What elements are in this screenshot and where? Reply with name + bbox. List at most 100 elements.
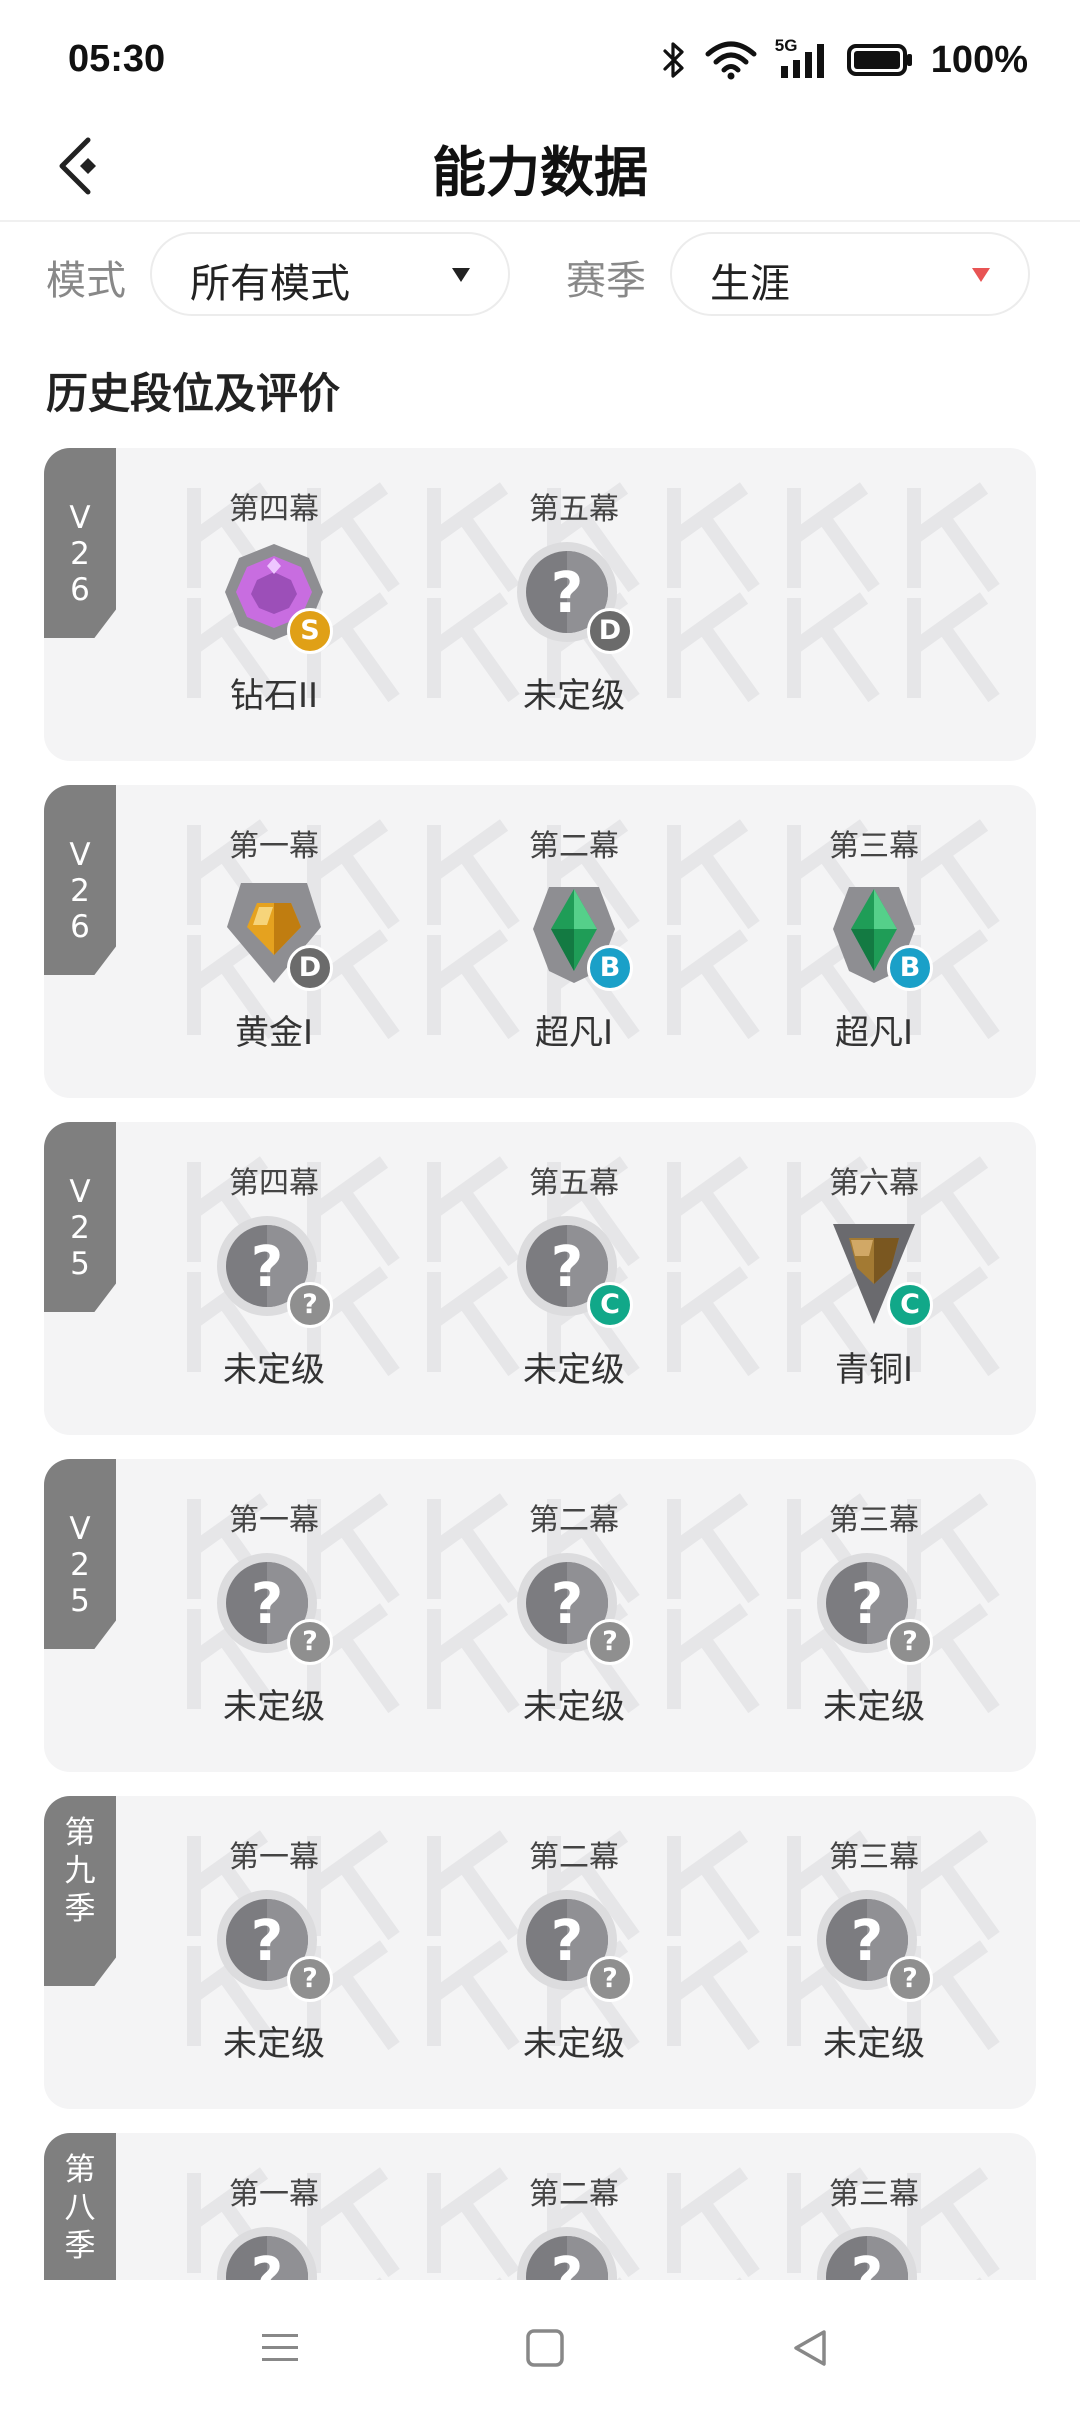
season-tag: 第九季	[44, 1796, 116, 1986]
rank-name: 未定级	[823, 1687, 925, 1727]
season-select[interactable]: 生涯	[670, 232, 1030, 316]
svg-text:?: ?	[251, 2246, 283, 2280]
season-tag: 第八季	[44, 2133, 116, 2280]
act-rank-item[interactable]: 第三幕 B 超凡I	[774, 827, 974, 1087]
system-back-button[interactable]	[780, 2318, 840, 2378]
grade-badge: ?	[287, 1956, 333, 2002]
rank-name: 钻石II	[229, 676, 319, 716]
section-title: 历史段位及评价	[46, 369, 341, 418]
act-rank-item[interactable]: 第六幕 C 青铜I	[774, 1164, 974, 1424]
mode-label: 模式	[46, 258, 126, 304]
app-header: 能力数据	[0, 120, 1080, 222]
unranked-icon: ??	[809, 1549, 939, 1669]
rank-name: 未定级	[523, 1350, 625, 1390]
recent-apps-button[interactable]	[250, 2318, 310, 2378]
act-list: 第四幕?? 未定级 第五幕? C 未定级 第六幕 C 青铜I	[174, 1164, 1034, 1424]
status-bar: 05:30 5G 100%	[0, 0, 1080, 120]
grade-badge: C	[887, 1282, 933, 1328]
mode-dropdown-caret-icon	[452, 268, 470, 282]
act-name: 第二幕	[529, 829, 619, 864]
act-rank-item[interactable]: 第五幕? D 未定级	[474, 490, 674, 750]
mode-select[interactable]: 所有模式	[150, 232, 510, 316]
home-button[interactable]	[515, 2318, 575, 2378]
unranked-icon: ?	[509, 2223, 639, 2280]
season-label: 赛季	[566, 258, 646, 304]
act-rank-item[interactable]: 第一幕?	[174, 2175, 374, 2280]
season-dropdown-caret-icon	[972, 268, 990, 282]
grade-badge: ?	[287, 1619, 333, 1665]
rank-name: 未定级	[523, 676, 625, 716]
system-nav-bar	[0, 2280, 1080, 2412]
act-rank-item[interactable]: 第二幕 B 超凡I	[474, 827, 674, 1087]
back-triangle-icon	[794, 2330, 826, 2366]
season-tag: V 26	[44, 785, 116, 975]
season-card: V 25 第四幕?? 未定级 第五幕? C 未定级 第六幕 C 青铜I	[44, 1122, 1036, 1435]
act-rank-item[interactable]: 第五幕? C 未定级	[474, 1164, 674, 1424]
status-time: 05:30	[68, 38, 166, 80]
battery-level: 100%	[930, 38, 1028, 81]
unranked-icon: ??	[509, 1549, 639, 1669]
grade-badge: ?	[887, 1956, 933, 2002]
season-card: V 25 第一幕?? 未定级 第二幕?? 未定级 第三幕?? 未定级	[44, 1459, 1036, 1772]
svg-text:?: ?	[851, 1909, 883, 1974]
season-tag: V 25	[44, 1459, 116, 1649]
season-card: 第九季 第一幕?? 未定级 第二幕?? 未定级 第三幕?? 未定级	[44, 1796, 1036, 2109]
rank-name: 未定级	[223, 1350, 325, 1390]
act-rank-item[interactable]: 第二幕?? 未定级	[474, 1838, 674, 2098]
wifi-icon	[705, 41, 757, 80]
unranked-icon: ?	[809, 2223, 939, 2280]
unranked-icon: ?	[209, 2223, 339, 2280]
page-title: 能力数据	[432, 141, 648, 204]
svg-text:?: ?	[251, 1235, 283, 1300]
act-name: 第二幕	[529, 2177, 619, 2212]
svg-text:?: ?	[551, 1235, 583, 1300]
menu-icon	[262, 2334, 298, 2361]
act-rank-item[interactable]: 第三幕?? 未定级	[774, 1501, 974, 1761]
grade-badge: C	[587, 1282, 633, 1328]
svg-text:?: ?	[551, 2246, 583, 2280]
grade-badge: D	[287, 945, 333, 991]
rank-name: 未定级	[223, 2024, 325, 2064]
unranked-icon: ??	[209, 1549, 339, 1669]
ascendant-rank-icon: B	[809, 875, 939, 995]
grade-badge: S	[287, 608, 333, 654]
season-card: V 26 第一幕 D 黄金I 第二幕 B 超凡I 第三幕 B 超凡I	[44, 785, 1036, 1098]
act-rank-item[interactable]: 第一幕?? 未定级	[174, 1501, 374, 1761]
rank-name: 青铜I	[834, 1350, 914, 1390]
act-rank-item[interactable]: 第三幕?? 未定级	[774, 1838, 974, 2098]
rank-name: 黄金I	[234, 1013, 314, 1053]
act-rank-item[interactable]: 第四幕 S 钻石II	[174, 490, 374, 750]
unranked-icon: ??	[809, 1886, 939, 2006]
act-name: 第二幕	[529, 1503, 619, 1538]
act-rank-item[interactable]: 第一幕 D 黄金I	[174, 827, 374, 1087]
act-name: 第三幕	[829, 1503, 919, 1538]
svg-text:?: ?	[551, 1572, 583, 1637]
act-name: 第四幕	[229, 1166, 319, 1201]
rank-name: 未定级	[223, 1687, 325, 1727]
status-icons: 5G 100%	[661, 36, 1028, 84]
unranked-icon: ??	[509, 1886, 639, 2006]
rank-name: 超凡I	[534, 1013, 614, 1053]
act-rank-item[interactable]: 第二幕?? 未定级	[474, 1501, 674, 1761]
battery-icon	[846, 44, 912, 76]
act-rank-item[interactable]: 第四幕?? 未定级	[174, 1164, 374, 1424]
bronze-rank-icon: C	[809, 1212, 939, 1332]
act-name: 第三幕	[829, 2177, 919, 2212]
diamond-rank-icon: S	[209, 538, 339, 658]
grade-badge: B	[587, 945, 633, 991]
svg-text:?: ?	[251, 1909, 283, 1974]
act-list: 第四幕 S 钻石II 第五幕? D 未定级	[174, 490, 1034, 750]
act-rank-item[interactable]: 第三幕?	[774, 2175, 974, 2280]
gold-rank-icon: D	[209, 875, 339, 995]
grade-badge: B	[887, 945, 933, 991]
act-rank-item[interactable]: 第一幕?? 未定级	[174, 1838, 374, 2098]
mode-select-value: 所有模式	[190, 261, 350, 307]
svg-text:?: ?	[851, 2246, 883, 2280]
act-name: 第四幕	[229, 492, 319, 527]
act-rank-item[interactable]: 第二幕?	[474, 2175, 674, 2280]
cellular-signal-icon: 5G	[775, 36, 829, 80]
rank-history-list[interactable]: V 26 第四幕 S 钻石II 第五幕? D 未定级 V 26 第一幕 D 黄金I 第二幕 B 超凡I 第三…	[44, 448, 1036, 2280]
home-square-icon	[526, 2329, 564, 2367]
unranked-icon: ??	[209, 1886, 339, 2006]
act-name: 第一幕	[229, 1840, 319, 1875]
